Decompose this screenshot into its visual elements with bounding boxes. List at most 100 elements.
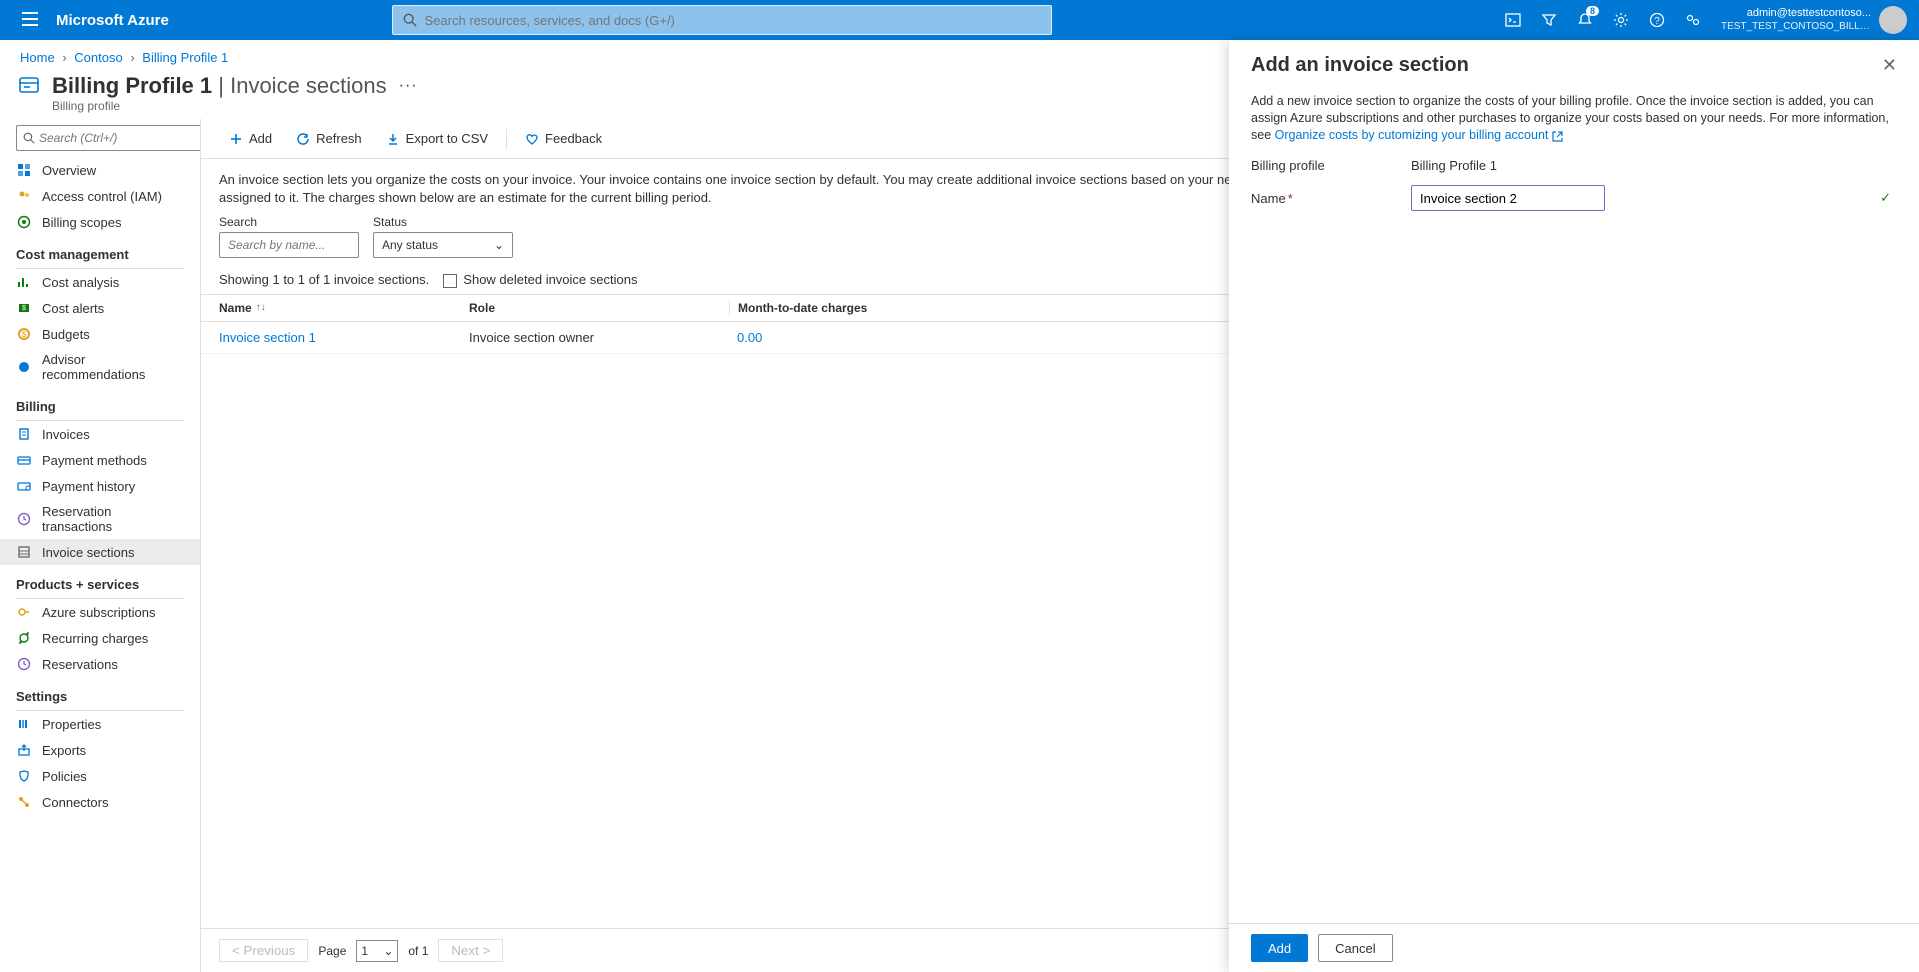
menu-icon[interactable] bbox=[12, 12, 48, 29]
nav-group-billing: Billing bbox=[0, 387, 200, 418]
nav-azure-subs[interactable]: Azure subscriptions bbox=[0, 599, 200, 625]
nav-properties[interactable]: Properties bbox=[0, 711, 200, 737]
export-icon bbox=[16, 742, 32, 758]
nav-label: Payment methods bbox=[42, 453, 147, 468]
nav-cost-analysis[interactable]: Cost analysis bbox=[0, 269, 200, 295]
feedback-button[interactable]: Feedback bbox=[515, 127, 612, 150]
heart-icon bbox=[525, 132, 539, 146]
flyout-cancel-button[interactable]: Cancel bbox=[1318, 934, 1392, 962]
bc-contoso[interactable]: Contoso bbox=[74, 50, 122, 65]
nav-budgets[interactable]: $Budgets bbox=[0, 321, 200, 347]
nav-label: Payment history bbox=[42, 479, 135, 494]
help-icon[interactable]: ? bbox=[1641, 4, 1673, 36]
checkbox-icon bbox=[443, 274, 457, 288]
properties-icon bbox=[16, 716, 32, 732]
name-input[interactable] bbox=[1411, 185, 1605, 211]
flyout-title: Add an invoice section bbox=[1251, 54, 1469, 77]
nav-group-settings: Settings bbox=[0, 677, 200, 708]
nav-connectors[interactable]: Connectors bbox=[0, 789, 200, 815]
nav-label: Connectors bbox=[42, 795, 108, 810]
nav-label: Billing scopes bbox=[42, 215, 122, 230]
side-search[interactable] bbox=[16, 125, 200, 151]
overview-icon bbox=[16, 162, 32, 178]
bc-profile[interactable]: Billing Profile 1 bbox=[142, 50, 228, 65]
nav-label: Advisor recommendations bbox=[42, 352, 184, 382]
nav-reservation-trans[interactable]: Reservation transactions bbox=[0, 499, 200, 539]
settings-icon[interactable] bbox=[1605, 4, 1637, 36]
row-name-link[interactable]: Invoice section 1 bbox=[219, 330, 316, 345]
page-select[interactable]: 1⌄ bbox=[356, 940, 398, 962]
nav-label: Exports bbox=[42, 743, 86, 758]
nav-payment-methods[interactable]: Payment methods bbox=[0, 447, 200, 473]
nav-recurring[interactable]: Recurring charges bbox=[0, 625, 200, 651]
download-icon bbox=[386, 132, 400, 146]
bc-sep: › bbox=[62, 50, 66, 65]
bc-home[interactable]: Home bbox=[20, 50, 55, 65]
col-role[interactable]: Role bbox=[469, 301, 729, 315]
side-search-input[interactable] bbox=[39, 131, 196, 145]
more-actions-button[interactable]: ··· bbox=[399, 77, 418, 95]
nav-invoices[interactable]: Invoices bbox=[0, 421, 200, 447]
nav-advisor[interactable]: Advisor recommendations bbox=[0, 347, 200, 387]
nav-exports[interactable]: Exports bbox=[0, 737, 200, 763]
page-title: Billing Profile 1 | Invoice sections bbox=[52, 73, 387, 99]
chevron-down-icon: ⌄ bbox=[494, 238, 504, 252]
col-name[interactable]: Name↑↓ bbox=[219, 301, 469, 315]
nav-group-products: Products + services bbox=[0, 565, 200, 596]
user-text: admin@testtestcontoso... TEST_TEST_CONTO… bbox=[1721, 7, 1871, 33]
directory-filter-icon[interactable] bbox=[1533, 4, 1565, 36]
page-label: Page bbox=[318, 944, 346, 958]
name-label: Name bbox=[1251, 191, 1286, 206]
search-input[interactable] bbox=[219, 232, 359, 258]
nav-cost-alerts[interactable]: $ Cost alerts bbox=[0, 295, 200, 321]
refresh-icon bbox=[296, 132, 310, 146]
export-button[interactable]: Export to CSV bbox=[376, 127, 498, 150]
notifications-icon[interactable]: 8 bbox=[1569, 4, 1601, 36]
nav-label: Properties bbox=[42, 717, 101, 732]
status-label: Status bbox=[373, 215, 513, 229]
search-label: Search bbox=[219, 215, 359, 229]
next-button[interactable]: Next > bbox=[438, 939, 503, 962]
nav-reservations[interactable]: Reservations bbox=[0, 651, 200, 677]
user-block[interactable]: admin@testtestcontoso... TEST_TEST_CONTO… bbox=[1721, 6, 1907, 34]
alert-icon: $ bbox=[16, 300, 32, 316]
user-email: admin@testtestcontoso... bbox=[1721, 7, 1871, 20]
global-search[interactable] bbox=[392, 5, 1052, 35]
bp-row: Billing profile Billing Profile 1 bbox=[1251, 158, 1897, 173]
learn-more-link[interactable]: Organize costs by cutomizing your billin… bbox=[1275, 128, 1549, 142]
nav-label: Access control (IAM) bbox=[42, 189, 162, 204]
nav-label: Budgets bbox=[42, 327, 90, 342]
feedback-icon[interactable] bbox=[1677, 4, 1709, 36]
nav-invoice-sections[interactable]: Invoice sections bbox=[0, 539, 200, 565]
nav-payment-history[interactable]: Payment history bbox=[0, 473, 200, 499]
nav-policies[interactable]: Policies bbox=[0, 763, 200, 789]
of-text: of 1 bbox=[408, 944, 428, 958]
status-select[interactable]: Any status⌄ bbox=[373, 232, 513, 258]
nav-access-control[interactable]: Access control (IAM) bbox=[0, 183, 200, 209]
nav-billing-scopes[interactable]: Billing scopes bbox=[0, 209, 200, 235]
external-link-icon bbox=[1552, 130, 1563, 141]
top-icons: 8 ? admin@testtestcontoso... TEST_TEST_C… bbox=[1497, 4, 1907, 36]
add-button[interactable]: Add bbox=[219, 127, 282, 150]
nav-label: Invoice sections bbox=[42, 545, 135, 560]
search-icon bbox=[23, 132, 35, 144]
nav-label: Reservations bbox=[42, 657, 118, 672]
flyout-add-button[interactable]: Add bbox=[1251, 934, 1308, 962]
row-charges[interactable]: 0.00 bbox=[729, 330, 889, 345]
nav-label: Cost alerts bbox=[42, 301, 104, 316]
global-search-input[interactable] bbox=[425, 13, 1041, 28]
card-icon bbox=[16, 452, 32, 468]
chevron-down-icon: ⌄ bbox=[383, 944, 393, 958]
svg-text:?: ? bbox=[1654, 16, 1660, 27]
nav-overview[interactable]: Overview bbox=[0, 157, 200, 183]
plus-icon bbox=[229, 132, 243, 146]
billing-profile-icon bbox=[16, 73, 42, 99]
refresh-button[interactable]: Refresh bbox=[286, 127, 372, 150]
show-deleted-check[interactable]: Show deleted invoice sections bbox=[443, 272, 637, 288]
recurring-icon bbox=[16, 630, 32, 646]
prev-button[interactable]: < Previous bbox=[219, 939, 308, 962]
cloud-shell-icon[interactable] bbox=[1497, 4, 1529, 36]
col-charges[interactable]: Month-to-date charges bbox=[729, 301, 889, 315]
brand-label[interactable]: Microsoft Azure bbox=[56, 12, 169, 29]
close-icon[interactable]: ✕ bbox=[1882, 55, 1897, 76]
